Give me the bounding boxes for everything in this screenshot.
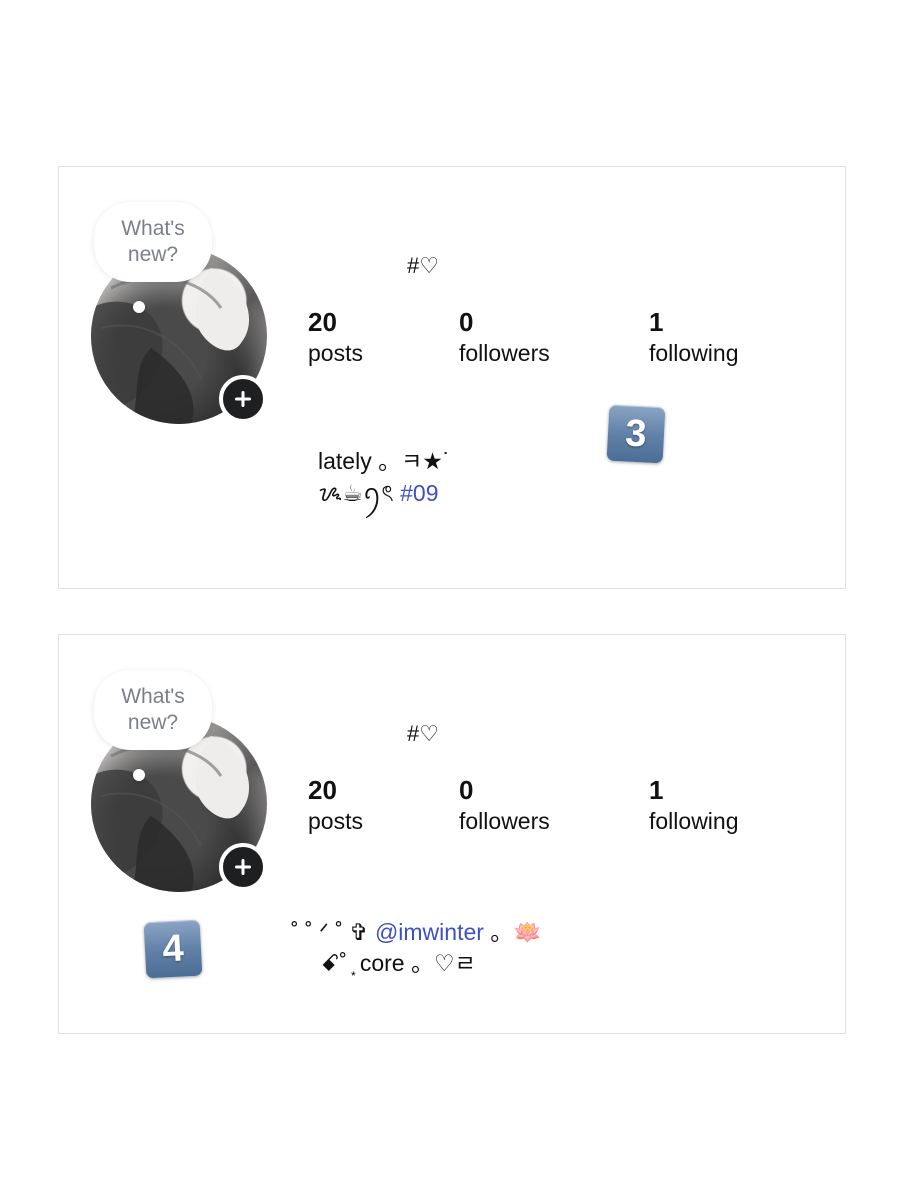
add-story-button[interactable] xyxy=(219,375,267,423)
stat-value: 20 xyxy=(308,775,337,805)
stat-label: followers xyxy=(459,340,550,366)
plus-icon xyxy=(235,859,251,875)
profile-card-1: What's new? #♡ 20 posts 0 followers 1 fo… xyxy=(58,166,846,589)
stat-label: following xyxy=(649,808,739,834)
whats-new-text: What's new? xyxy=(121,217,185,266)
profile-card-2: What's new? #♡ 20 posts 0 followers 1 fo… xyxy=(58,634,846,1034)
bio-line-1: ˚ ˚ ᐟ ˚ ✞ @imwinter 。🪷 xyxy=(291,916,542,948)
stat-following[interactable]: 1 following xyxy=(649,307,739,369)
stat-label: posts xyxy=(308,808,363,834)
stat-value: 20 xyxy=(308,307,337,337)
whats-new-bubble[interactable]: What's new? xyxy=(94,202,212,282)
stat-label: followers xyxy=(459,808,550,834)
bubble-tail xyxy=(133,301,145,313)
stat-posts[interactable]: 20 posts xyxy=(308,307,363,369)
hashtag-link[interactable]: #09 xyxy=(400,480,438,506)
bio-line-2: ꗃ˚ ͙ core 。♡ㄹ xyxy=(321,950,476,976)
number-badge: 4 xyxy=(143,919,203,979)
whats-new-bubble[interactable]: What's new? xyxy=(94,670,212,750)
bio-text: ᝰ☕ꪆৎ xyxy=(318,480,401,506)
bio-text: 。🪷 xyxy=(483,919,542,945)
stat-posts[interactable]: 20 posts xyxy=(308,775,363,837)
profile-handle: #♡ xyxy=(407,253,439,278)
stat-label: posts xyxy=(308,340,363,366)
stat-following[interactable]: 1 following xyxy=(649,775,739,837)
add-story-button[interactable] xyxy=(219,843,267,891)
plus-icon xyxy=(235,391,251,407)
stat-value: 1 xyxy=(649,307,664,337)
bio-text: ˚ ˚ ᐟ ˚ ✞ xyxy=(291,919,375,945)
stat-followers[interactable]: 0 followers xyxy=(459,307,550,369)
number-badge: 3 xyxy=(606,404,666,464)
stat-label: following xyxy=(649,340,739,366)
stat-value: 1 xyxy=(649,775,664,805)
stat-followers[interactable]: 0 followers xyxy=(459,775,550,837)
bubble-tail xyxy=(133,769,145,781)
profile-handle: #♡ xyxy=(407,721,439,746)
mention-link[interactable]: @imwinter xyxy=(375,919,484,945)
stat-value: 0 xyxy=(459,775,474,805)
bio-line-2: ᝰ☕ꪆৎ #09 xyxy=(318,477,439,509)
bio-line-1: lately 。ㅋ★˙ xyxy=(318,448,451,474)
whats-new-text: What's new? xyxy=(121,685,185,734)
stat-value: 0 xyxy=(459,307,474,337)
